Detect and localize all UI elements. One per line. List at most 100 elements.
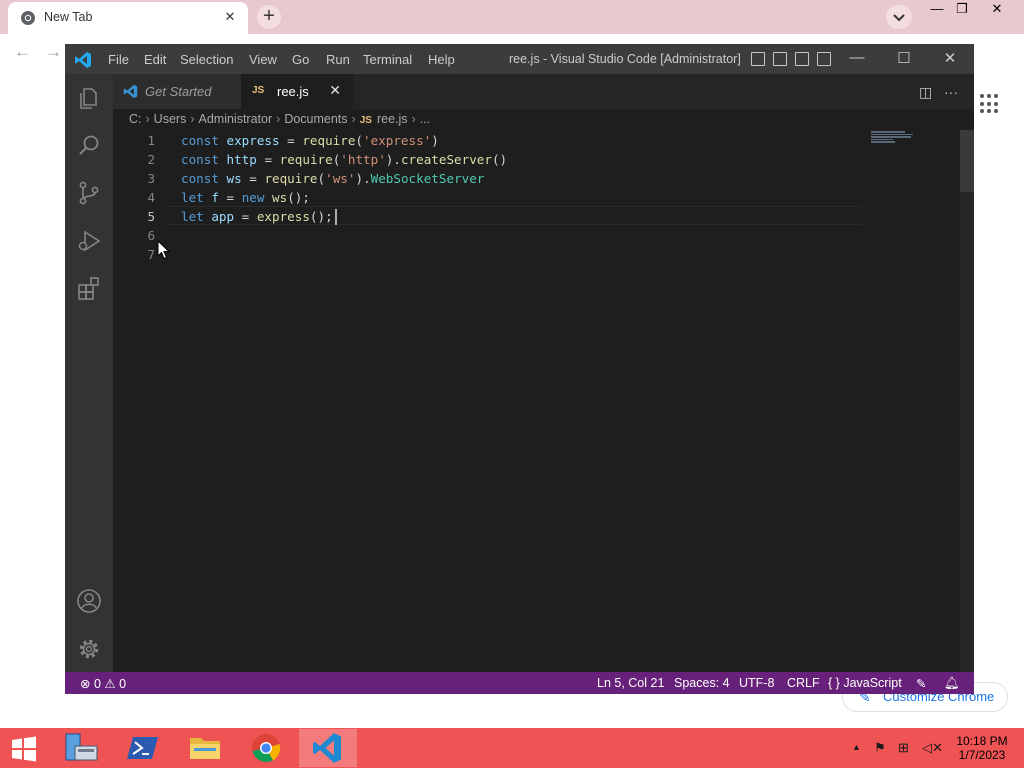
code-token: const <box>181 133 219 148</box>
volume-muted-icon[interactable]: ◁✕ <box>922 740 943 756</box>
vscode-taskbar-icon[interactable] <box>299 729 357 767</box>
server-manager-taskbar-icon[interactable] <box>51 729 109 767</box>
show-hidden-icons-button[interactable]: ▲ <box>852 742 861 752</box>
vscode-close-button[interactable]: ✕ <box>940 49 960 67</box>
toggle-primary-sidebar-icon[interactable] <box>751 52 765 66</box>
code-token: = <box>241 171 265 186</box>
chevron-right-icon: › <box>411 112 416 126</box>
breadcrumb-administrator[interactable]: Administrator <box>199 112 273 126</box>
code-line[interactable]: const http = require('http').createServe… <box>181 150 507 169</box>
code-token: = <box>256 152 280 167</box>
taskbar-clock[interactable]: 10:18 PM 1/7/2023 <box>950 734 1014 762</box>
breadcrumb-documents[interactable]: Documents <box>284 112 347 126</box>
code-token: f <box>211 190 219 205</box>
code-token: http <box>226 152 257 167</box>
language-mode-status[interactable]: { } JavaScript <box>828 676 902 690</box>
notifications-bell-icon[interactable]: 🔔︎ <box>944 676 960 691</box>
cursor-position-status[interactable]: Ln 5, Col 21 <box>597 676 664 690</box>
code-token: ). <box>355 171 371 186</box>
explorer-icon[interactable] <box>76 85 102 111</box>
tab-search-button[interactable] <box>886 5 912 29</box>
menu-selection[interactable]: Selection <box>180 52 233 67</box>
javascript-file-icon: JS <box>359 115 372 126</box>
close-tab-icon[interactable]: ✕ <box>329 82 341 99</box>
chrome-tab-new-tab[interactable]: New Tab ✕ <box>8 2 248 34</box>
encoding-status[interactable]: UTF-8 <box>739 676 774 690</box>
breadcrumb-file[interactable]: ree.js <box>377 112 408 126</box>
line-number: 3 <box>147 171 155 186</box>
extensions-icon[interactable] <box>76 276 102 302</box>
back-arrow-icon[interactable]: ← <box>14 42 31 62</box>
code-token: createServer <box>400 152 492 167</box>
vscode-maximize-button[interactable]: ☐ <box>894 49 914 67</box>
text-cursor <box>335 209 337 225</box>
chrome-taskbar-icon[interactable] <box>237 729 295 767</box>
code-token: let <box>181 209 204 224</box>
code-token: require <box>279 152 333 167</box>
windows-start-icon[interactable] <box>10 736 38 762</box>
minimap[interactable] <box>871 131 923 143</box>
google-apps-icon[interactable] <box>980 94 1000 114</box>
eol-status[interactable]: CRLF <box>787 676 820 690</box>
powershell-taskbar-icon[interactable] <box>114 729 172 767</box>
more-actions-icon[interactable]: ··· <box>944 84 958 100</box>
menu-help[interactable]: Help <box>428 52 455 67</box>
split-editor-icon[interactable]: ◫ <box>919 84 932 101</box>
code-line[interactable]: const ws = require('ws').WebSocketServer <box>181 169 484 188</box>
toggle-panel-icon[interactable] <box>773 52 787 66</box>
code-line[interactable]: let f = new ws(); <box>181 188 310 207</box>
new-tab-button[interactable]: + <box>257 5 281 29</box>
breadcrumb-users[interactable]: Users <box>154 112 187 126</box>
menu-edit[interactable]: Edit <box>144 52 166 67</box>
code-line[interactable]: const express = require('express') <box>181 131 439 150</box>
forward-arrow-icon[interactable]: → <box>45 42 62 62</box>
code-token: const <box>181 152 219 167</box>
tab-label: ree.js <box>277 84 309 99</box>
menu-run[interactable]: Run <box>326 52 350 67</box>
breadcrumb-symbols[interactable]: ... <box>420 112 430 126</box>
action-center-flag-icon[interactable]: ⚑ <box>874 740 886 756</box>
breadcrumb-drive[interactable]: C: <box>129 112 142 126</box>
tab-ree-js[interactable]: JS ree.js ✕ <box>241 74 353 109</box>
network-icon[interactable]: ⊞ <box>898 740 909 756</box>
gear-icon[interactable] <box>76 636 102 662</box>
tab-get-started[interactable]: Get Started <box>113 74 241 109</box>
braces-icon: { } <box>828 676 840 690</box>
indentation-status[interactable]: Spaces: 4 <box>674 676 730 690</box>
line-number: 6 <box>147 228 155 243</box>
vscode-minimize-button[interactable]: — <box>847 49 867 66</box>
code-token: 'http' <box>340 152 386 167</box>
source-control-icon[interactable] <box>76 180 102 206</box>
toggle-secondary-sidebar-icon[interactable] <box>795 52 809 66</box>
menu-terminal[interactable]: Terminal <box>363 52 412 67</box>
vscode-logo-icon <box>123 84 138 99</box>
vertical-scrollbar[interactable] <box>960 130 974 672</box>
code-token: const <box>181 171 219 186</box>
code-token: app <box>211 209 235 224</box>
chrome-tab-strip: New Tab ✕ + — ❐ ✕ <box>0 0 1024 34</box>
accounts-icon[interactable] <box>76 588 102 614</box>
problems-status[interactable]: ⊗ 0 ⚠ 0 <box>80 676 126 691</box>
code-token: = <box>218 190 242 205</box>
mouse-pointer-icon <box>157 240 170 260</box>
scrollbar-thumb[interactable] <box>960 130 974 192</box>
restore-window-button[interactable]: ❐ <box>945 0 979 20</box>
code-line[interactable]: let app = express(); <box>181 207 333 226</box>
close-window-button[interactable]: ✕ <box>980 0 1014 20</box>
code-token: ws <box>272 190 288 205</box>
code-token: ws <box>226 171 242 186</box>
line-number: 1 <box>147 133 155 148</box>
customize-layout-icon[interactable] <box>817 52 831 66</box>
close-tab-icon[interactable]: ✕ <box>222 9 238 25</box>
menu-view[interactable]: View <box>249 52 277 67</box>
menu-file[interactable]: File <box>108 52 129 67</box>
chevron-down-icon <box>893 14 905 22</box>
file-explorer-taskbar-icon[interactable] <box>176 729 234 767</box>
feedback-icon[interactable]: ✎ <box>916 676 926 691</box>
search-icon[interactable] <box>76 133 102 159</box>
line-number: 4 <box>147 190 155 205</box>
menu-go[interactable]: Go <box>292 52 309 67</box>
run-debug-icon[interactable] <box>76 228 102 254</box>
vscode-titlebar: File Edit Selection View Go Run Terminal… <box>65 44 974 74</box>
